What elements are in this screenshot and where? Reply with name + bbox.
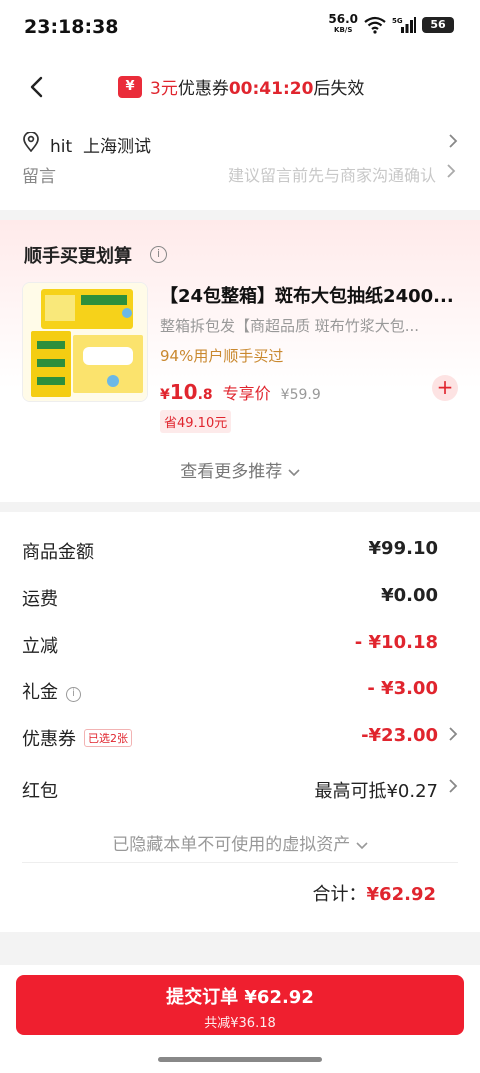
summary-row-coupon[interactable]: 优惠券 已选2张 -¥23.00 xyxy=(22,725,458,755)
signal-icon: 5G xyxy=(392,17,416,33)
original-price: ¥59.9 xyxy=(280,387,321,403)
chevron-right-icon xyxy=(449,134,458,148)
product-name[interactable]: 【24包整箱】斑布大包抽纸2400... xyxy=(160,282,460,308)
chevron-right-icon xyxy=(447,164,456,178)
nav-bar: ¥ 3元优惠券00:41:20后失效 xyxy=(0,58,480,118)
address-row[interactable]: hit 上海测试 xyxy=(0,118,480,164)
product-price-row: ¥10.8 专享价 ¥59.9 xyxy=(160,380,321,404)
chevron-down-icon xyxy=(356,842,368,850)
wifi-icon xyxy=(364,16,386,34)
status-icons: 56.0 KB/S 5G 56 xyxy=(328,12,454,36)
coupon-countdown-text: 3元优惠券00:41:20后失效 xyxy=(150,79,365,99)
message-label: 留言 xyxy=(22,167,56,187)
save-badge: 省49.10元 xyxy=(160,410,232,433)
bottom-bar: 提交订单 ¥62.92 共减¥36.18 xyxy=(0,965,480,1073)
chevron-down-icon xyxy=(288,469,300,477)
product-desc: 整箱拆包发【商超品质 斑布竹浆大包... xyxy=(160,317,420,335)
hidden-assets-toggle[interactable]: 已隐藏本单不可使用的虚拟资产 xyxy=(0,830,480,855)
chevron-right-icon xyxy=(449,727,458,741)
product-price: ¥10.8 xyxy=(160,380,213,404)
info-icon[interactable]: i xyxy=(66,687,81,702)
submit-order-button[interactable]: 提交订单 ¥62.92 共减¥36.18 xyxy=(16,975,464,1035)
summary-row-red-packet[interactable]: 红包 最高可抵¥0.27 xyxy=(22,777,458,807)
more-recommend-link[interactable]: 查看更多推荐 xyxy=(0,457,480,482)
home-indicator[interactable] xyxy=(158,1057,322,1062)
net-speed: 56.0 KB/S xyxy=(328,12,358,34)
battery-icon: 56 xyxy=(422,17,454,33)
info-icon[interactable]: i xyxy=(150,246,167,263)
add-to-order-button[interactable]: + xyxy=(432,375,458,401)
coupon-ticket-icon: ¥ xyxy=(118,75,142,98)
recommend-title: 顺手买更划算 xyxy=(24,246,132,267)
product-stat: 94%用户顺手买过 xyxy=(160,347,284,365)
svg-text:5G: 5G xyxy=(392,17,403,25)
exclusive-price-label: 专享价 xyxy=(222,384,271,403)
price-summary: 商品金额 ¥99.10 运费 ¥0.00 立减 - ¥10.18 礼金 i - ¥… xyxy=(0,512,480,932)
chevron-right-icon xyxy=(449,779,458,793)
status-time: 23:18:38 xyxy=(24,16,119,38)
divider xyxy=(22,862,458,863)
order-total: 合计：¥62.92 xyxy=(312,884,436,905)
location-pin-icon xyxy=(23,132,39,152)
address-text: hit 上海测试 xyxy=(50,137,151,157)
recommend-card: 顺手买更划算 i 【24包整箱】斑布大包抽纸2400... 整箱拆包发【商超品质… xyxy=(0,220,480,502)
summary-row-gift-cash: 礼金 i - ¥3.00 xyxy=(22,678,438,703)
summary-row-discount: 立减 - ¥10.18 xyxy=(22,632,438,657)
message-placeholder: 建议留言前先与商家沟通确认 xyxy=(227,166,436,185)
summary-row-shipping: 运费 ¥0.00 xyxy=(22,585,438,610)
back-arrow-icon[interactable] xyxy=(22,72,52,102)
coupon-countdown: ¥ 3元优惠券00:41:20后失效 xyxy=(118,74,364,99)
coupon-selected-tag: 已选2张 xyxy=(84,729,132,747)
tissue-pack-image xyxy=(23,283,147,401)
product-image[interactable] xyxy=(22,282,148,402)
status-bar: 23:18:38 56.0 KB/S 5G 56 xyxy=(0,0,480,58)
summary-row-goods: 商品金额 ¥99.10 xyxy=(22,538,438,563)
message-row[interactable]: 留言 建议留言前先与商家沟通确认 xyxy=(0,164,480,210)
